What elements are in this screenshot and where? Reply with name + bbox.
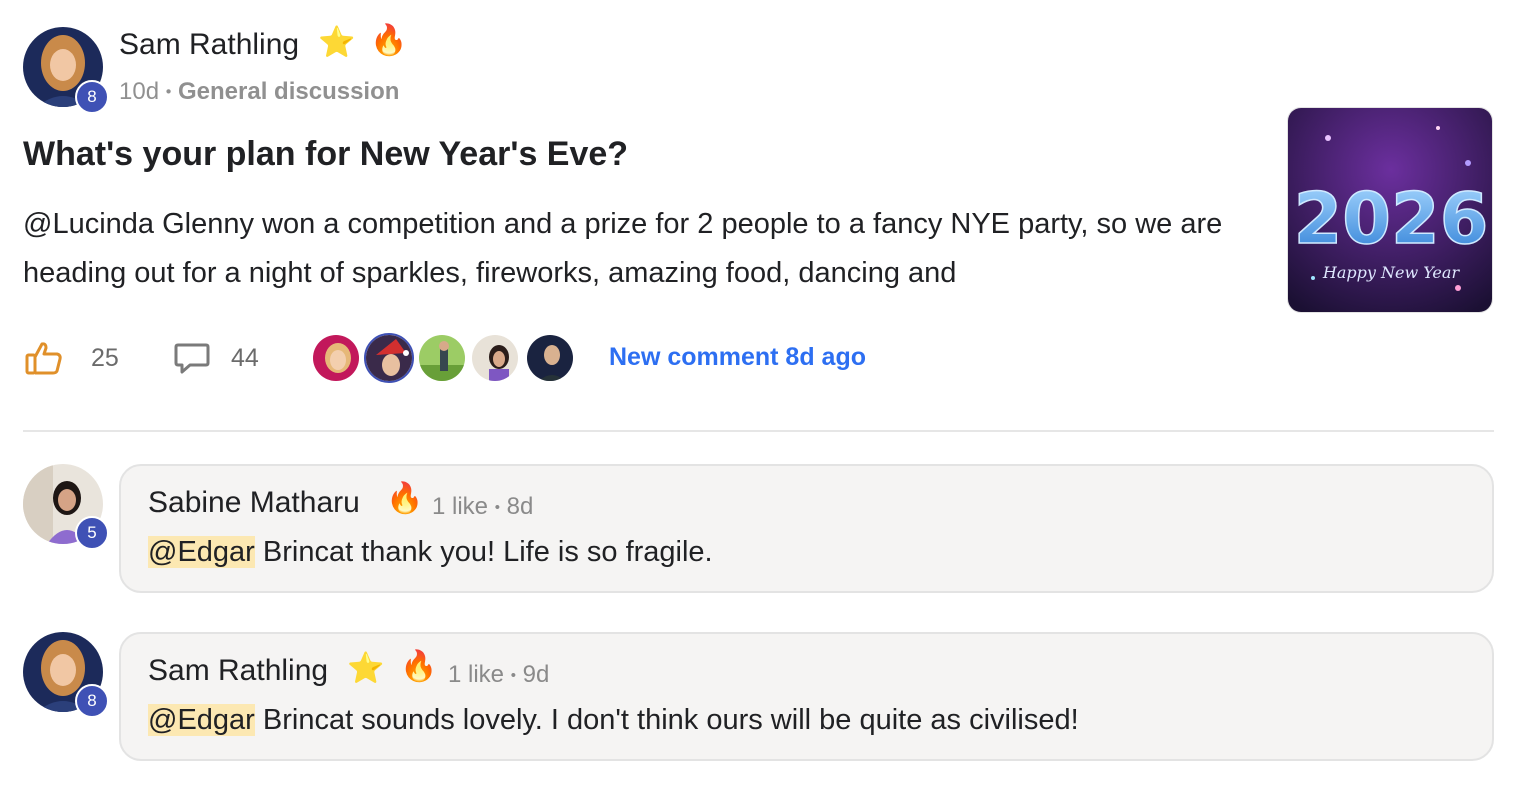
comment-bubble-icon[interactable] bbox=[173, 342, 211, 381]
star-icon: ⭐ bbox=[318, 26, 356, 59]
star-icon: ⭐ bbox=[347, 652, 385, 685]
post-meta: 10d • General discussion bbox=[119, 78, 399, 106]
thumbs-up-icon[interactable] bbox=[25, 340, 63, 381]
comment-meta: 1 like • 9d bbox=[448, 661, 549, 689]
comment-author-name[interactable]: Sam Rathling bbox=[148, 654, 328, 688]
divider bbox=[23, 430, 1494, 432]
post-title[interactable]: What's your plan for New Year's Eve? bbox=[23, 135, 628, 174]
mention[interactable]: @Edgar bbox=[148, 536, 255, 568]
comment-author-level-badge: 8 bbox=[75, 684, 109, 718]
fire-icon: 🔥 bbox=[400, 650, 438, 683]
post-time: 10d bbox=[119, 78, 160, 105]
thumbnail-year: 2026 bbox=[1294, 178, 1489, 260]
comment-author-name[interactable]: Sabine Matharu bbox=[148, 486, 360, 520]
meta-separator: • bbox=[494, 499, 500, 517]
fire-icon: 🔥 bbox=[386, 482, 424, 515]
comment-meta: 1 like • 8d bbox=[432, 493, 533, 521]
meta-separator: • bbox=[510, 667, 516, 685]
comment-text[interactable]: @Edgar Brincat thank you! Life is so fra… bbox=[148, 536, 713, 569]
author-level-badge: 8 bbox=[75, 80, 109, 114]
comment-author-level-badge: 5 bbox=[75, 516, 109, 550]
like-count: 25 bbox=[91, 344, 119, 372]
comment-body: Brincat thank you! Life is so fragile. bbox=[254, 536, 713, 568]
participant-avatar[interactable] bbox=[470, 333, 520, 383]
comment-count: 44 bbox=[231, 344, 259, 372]
participant-avatar[interactable] bbox=[525, 333, 575, 383]
participant-avatar[interactable] bbox=[417, 333, 467, 383]
post-body[interactable]: @Lucinda Glenny won a competition and a … bbox=[23, 200, 1253, 298]
post-author-name[interactable]: Sam Rathling bbox=[119, 28, 299, 62]
post-thumbnail[interactable]: 2026 Happy New Year bbox=[1287, 107, 1493, 313]
comment-time: 8d bbox=[506, 493, 534, 520]
comment-time: 9d bbox=[522, 661, 550, 688]
comment-body: Brincat sounds lovely. I don't think our… bbox=[254, 704, 1079, 736]
comment-like-count[interactable]: 1 like bbox=[448, 661, 504, 688]
comment-text[interactable]: @Edgar Brincat sounds lovely. I don't th… bbox=[148, 704, 1079, 737]
comment-card: Sabine Matharu 🔥 1 like • 8d @Edgar Brin… bbox=[119, 464, 1494, 593]
participant-avatar[interactable] bbox=[311, 333, 361, 383]
meta-separator: • bbox=[165, 83, 172, 101]
thumbnail-caption: Happy New Year bbox=[1322, 263, 1461, 282]
new-comment-link[interactable]: New comment 8d ago bbox=[609, 343, 866, 372]
participant-avatar[interactable] bbox=[364, 333, 414, 383]
comment-like-count[interactable]: 1 like bbox=[432, 493, 488, 520]
comment-card: Sam Rathling ⭐ 🔥 1 like • 9d @Edgar Brin… bbox=[119, 632, 1494, 761]
mention[interactable]: @Edgar bbox=[148, 704, 255, 736]
post-category[interactable]: General discussion bbox=[178, 78, 399, 105]
fire-icon: 🔥 bbox=[370, 24, 408, 57]
